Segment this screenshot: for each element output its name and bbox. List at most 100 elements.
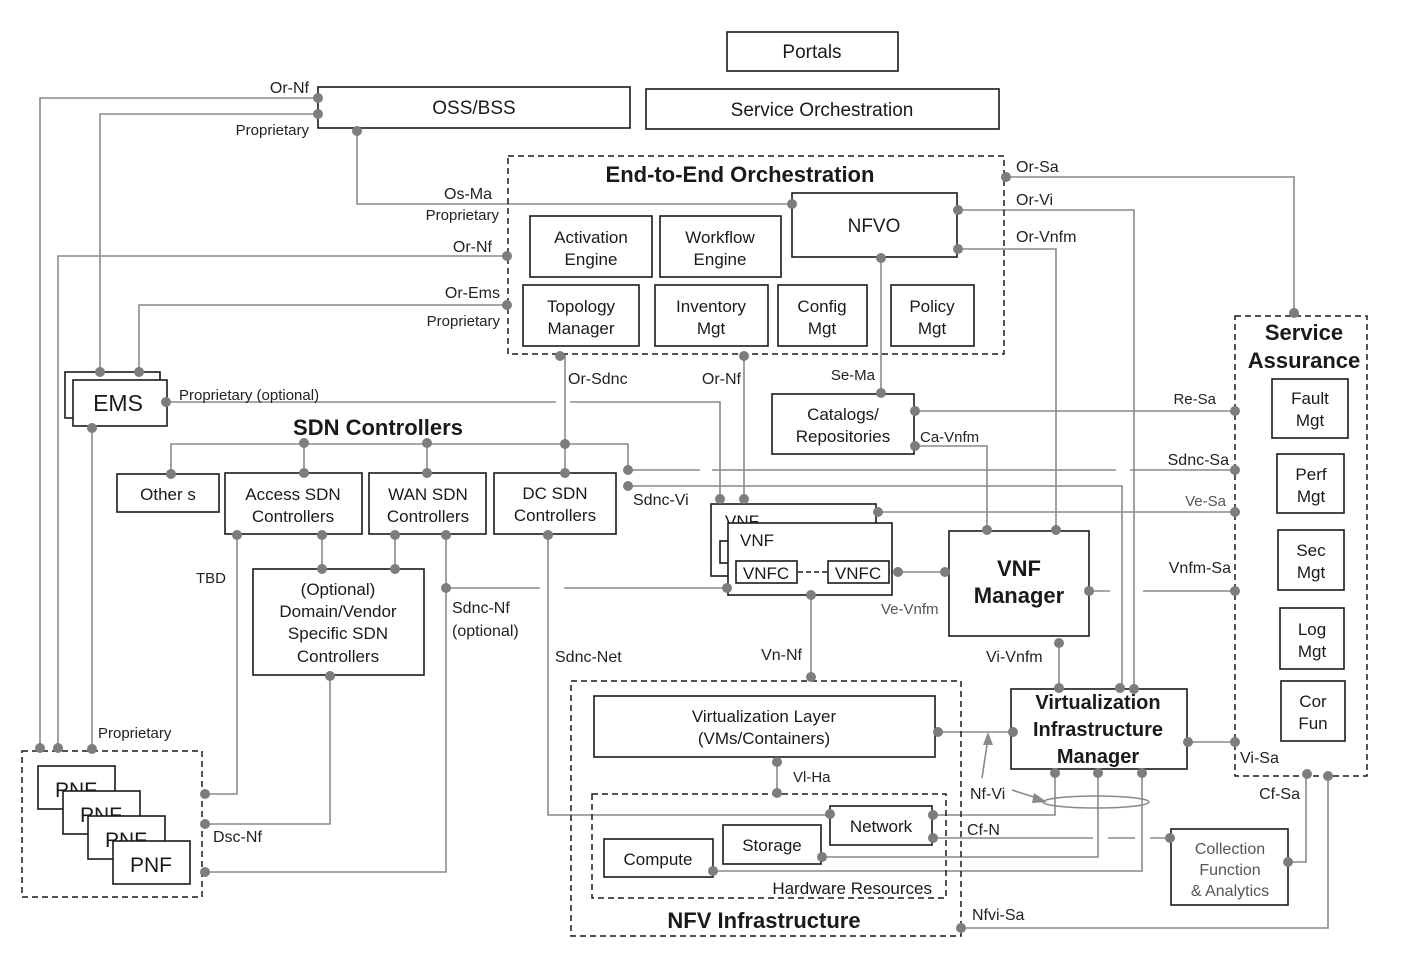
access-sdn-controllers-box[interactable]: Access SDN Controllers xyxy=(224,472,363,535)
port-dot xyxy=(817,852,827,862)
config-mgt-box[interactable]: Config Mgt xyxy=(777,284,868,347)
domain-sdn-label-4: Controllers xyxy=(297,647,379,666)
nfv-architecture-diagram: Portals OSS/BSS Service Orchestration En… xyxy=(21,31,1368,937)
label-dsc-nf: Dsc-Nf xyxy=(213,829,262,846)
port-dot xyxy=(1008,727,1018,737)
sec-mgt-label-2: Mgt xyxy=(1297,563,1326,582)
compute-label: Compute xyxy=(624,850,693,869)
port-dot xyxy=(876,388,886,398)
vnf-manager-box[interactable]: VNF Manager xyxy=(948,530,1090,637)
hardware-resources-title: Hardware Resources xyxy=(772,879,932,898)
port-dot xyxy=(1230,465,1240,475)
policy-mgt-label-2: Mgt xyxy=(918,319,947,338)
port-dot xyxy=(87,744,97,754)
port-dot xyxy=(928,810,938,820)
port-dot xyxy=(1137,768,1147,778)
virtualization-layer-box[interactable]: Virtualization Layer (VMs/Containers) xyxy=(593,695,936,758)
label-tbd: TBD xyxy=(196,570,226,587)
label-os-ma: Os-Ma xyxy=(444,186,492,203)
port-dot xyxy=(1323,771,1333,781)
others-box[interactable]: Other s xyxy=(116,473,220,513)
ems-box[interactable]: EMS xyxy=(64,371,168,427)
access-sdn-label-1: Access SDN xyxy=(245,485,340,504)
inventory-mgt-label-2: Mgt xyxy=(697,319,726,338)
cor-fun-label-2: Fun xyxy=(1298,714,1327,733)
vnf-front-label: VNF xyxy=(740,531,774,550)
topology-manager-label-2: Manager xyxy=(547,319,614,338)
port-dot xyxy=(739,351,749,361)
wan-sdn-controllers-box[interactable]: WAN SDN Controllers xyxy=(368,472,487,535)
workflow-engine-label-1: Workflow xyxy=(685,228,755,247)
cor-fun-box[interactable]: Cor Fun xyxy=(1280,680,1346,742)
port-dot xyxy=(928,833,938,843)
config-mgt-label-1: Config xyxy=(797,297,846,316)
port-dot xyxy=(1283,857,1293,867)
domain-vendor-sdn-box[interactable]: (Optional) Domain/Vendor Specific SDN Co… xyxy=(252,568,425,676)
sec-mgt-box[interactable]: Sec Mgt xyxy=(1277,529,1345,591)
topology-manager-label-1: Topology xyxy=(547,297,616,316)
config-mgt-label-2: Mgt xyxy=(808,319,837,338)
workflow-engine-box[interactable]: Workflow Engine xyxy=(659,215,782,278)
activation-engine-label-2: Engine xyxy=(565,250,618,269)
dc-sdn-controllers-box[interactable]: DC SDN Controllers xyxy=(493,472,617,535)
log-mgt-box[interactable]: Log Mgt xyxy=(1279,607,1345,670)
log-mgt-label-1: Log xyxy=(1298,620,1326,639)
vnf-stack[interactable]: VNF VNF VNFC VNFC xyxy=(710,503,893,596)
port-dot xyxy=(772,757,782,767)
port-dot xyxy=(953,244,963,254)
port-dot xyxy=(352,126,362,136)
label-or-sa: Or-Sa xyxy=(1016,159,1059,176)
port-dot xyxy=(95,367,105,377)
nfvo-box[interactable]: NFVO xyxy=(791,192,958,258)
fault-mgt-box[interactable]: Fault Mgt xyxy=(1271,378,1349,439)
port-dot xyxy=(623,465,633,475)
catalogs-label-2: Repositories xyxy=(796,427,891,446)
service-orchestration-box[interactable]: Service Orchestration xyxy=(645,88,1000,130)
collection-label-3: & Analytics xyxy=(1191,883,1269,900)
collection-function-box[interactable]: Collection Function & Analytics xyxy=(1170,828,1289,906)
dc-sdn-label-1: DC SDN xyxy=(522,484,587,503)
pnf-stack[interactable]: PNF PNF PNF PNF xyxy=(37,765,191,885)
wan-sdn-label-1: WAN SDN xyxy=(388,485,468,504)
port-dot xyxy=(555,351,565,361)
port-dot xyxy=(1230,737,1240,747)
line-ca-vnfm xyxy=(915,445,988,530)
port-dot xyxy=(1230,586,1240,596)
port-dot xyxy=(708,866,718,876)
topology-manager-box[interactable]: Topology Manager xyxy=(522,284,640,347)
line-sdn-drops xyxy=(303,444,428,474)
storage-box[interactable]: Storage xyxy=(722,824,822,865)
inventory-mgt-label-1: Inventory xyxy=(676,297,746,316)
portals-box[interactable]: Portals xyxy=(726,31,899,72)
port-dot xyxy=(772,788,782,798)
activation-engine-box[interactable]: Activation Engine xyxy=(529,215,653,278)
port-dot xyxy=(910,406,920,416)
port-dot xyxy=(956,923,966,933)
vim-label-3: Manager xyxy=(1057,746,1139,768)
label-or-nf-mid: Or-Nf xyxy=(453,239,493,256)
label-sdnc-vi: Sdnc-Vi xyxy=(633,492,689,509)
label-vn-nf: Vn-Nf xyxy=(761,647,802,664)
port-dot xyxy=(166,469,176,479)
arrowhead-up-icon xyxy=(983,732,993,745)
port-dot xyxy=(1289,308,1299,318)
perf-mgt-box[interactable]: Perf Mgt xyxy=(1276,453,1345,514)
vim-box[interactable]: Virtualization Infrastructure Manager xyxy=(1010,688,1188,770)
vnfc-1-label: VNFC xyxy=(743,564,789,583)
compute-box[interactable]: Compute xyxy=(603,838,714,878)
catalogs-repositories-box[interactable]: Catalogs/ Repositories xyxy=(771,393,915,455)
port-dot xyxy=(1230,507,1240,517)
network-box[interactable]: Network xyxy=(829,805,933,846)
port-dot xyxy=(1084,586,1094,596)
port-dot xyxy=(87,423,97,433)
oss-bss-box[interactable]: OSS/BSS xyxy=(317,86,631,129)
policy-mgt-box[interactable]: Policy Mgt xyxy=(890,284,975,347)
nf-vi-ellipse xyxy=(1042,795,1150,809)
inventory-mgt-box[interactable]: Inventory Mgt xyxy=(654,284,769,347)
virtualization-layer-label-2: (VMs/Containers) xyxy=(698,729,830,748)
domain-sdn-label-2: Domain/Vendor xyxy=(279,602,397,621)
port-dot xyxy=(1001,172,1011,182)
label-proprietary-ems: Proprietary xyxy=(427,313,501,330)
cor-fun-label-1: Cor xyxy=(1299,692,1327,711)
label-or-vnfm: Or-Vnfm xyxy=(1016,229,1076,246)
